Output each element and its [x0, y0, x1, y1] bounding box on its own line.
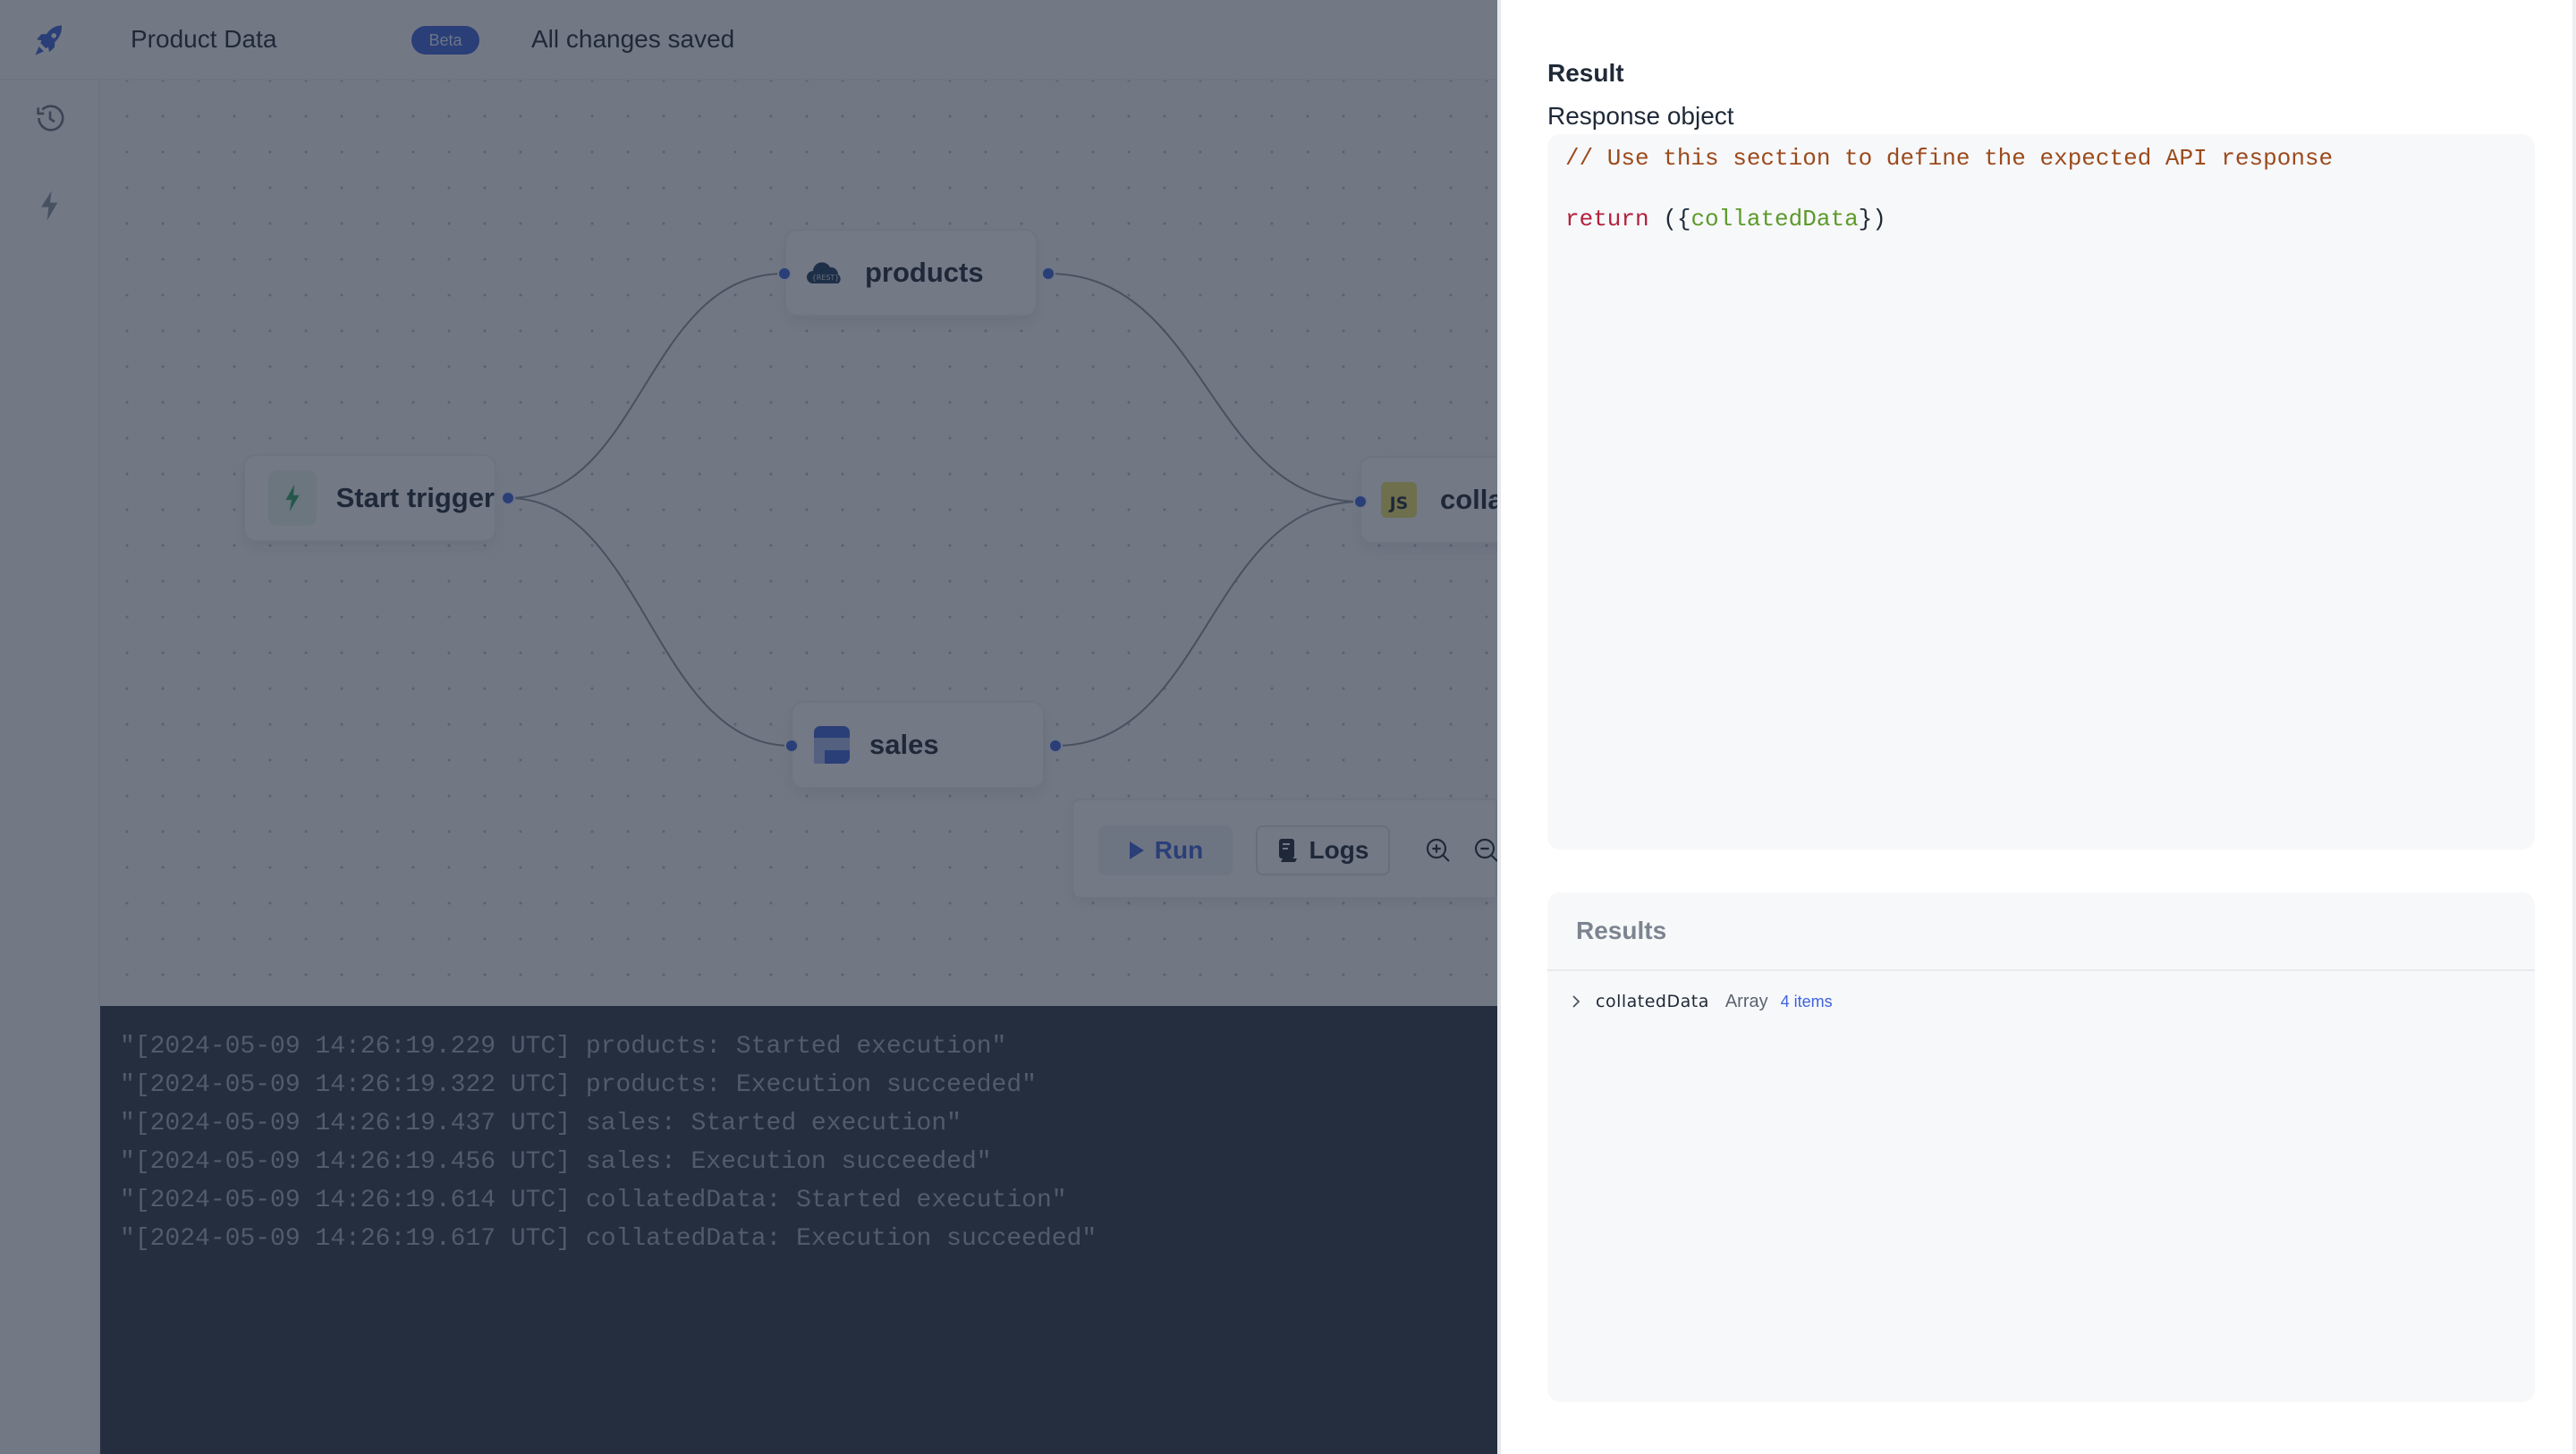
result-type: Array	[1724, 991, 1768, 1011]
result-drawer: Result Response object // Use this secti…	[1497, 0, 2576, 1454]
results-panel: Results collatedData Array 4 items	[1547, 892, 2535, 1402]
code-comment: // Use this section to define the expect…	[1565, 145, 2334, 172]
drawer-scrollbar[interactable]	[2572, 0, 2576, 1454]
results-header: Results	[1547, 892, 2535, 971]
code-return-line: return ({collatedData})	[1565, 206, 1886, 232]
drawer-backdrop[interactable]	[0, 0, 1497, 1454]
result-tree-row[interactable]: collatedData Array 4 items	[1547, 978, 2535, 1025]
result-count: 4 items	[1780, 992, 1833, 1010]
chevron-right-icon[interactable]	[1567, 993, 1585, 1010]
code-keyword: return	[1565, 206, 1649, 232]
code-variable: collatedData	[1690, 206, 1859, 232]
result-key: collatedData	[1596, 992, 1709, 1011]
drawer-title: Result	[1547, 59, 1624, 87]
response-object-label: Response object	[1547, 102, 1734, 130]
response-code-editor[interactable]: // Use this section to define the expect…	[1547, 134, 2535, 850]
